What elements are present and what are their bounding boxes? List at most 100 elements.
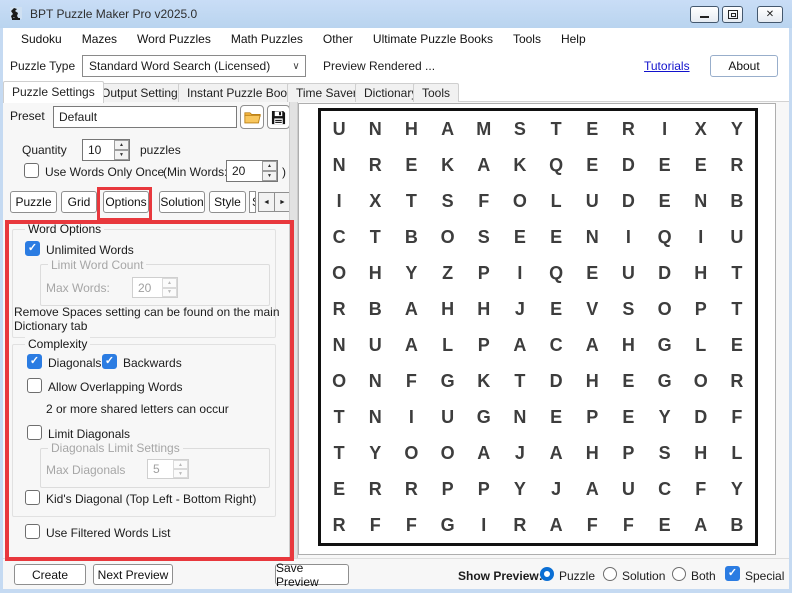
diagonals-checkbox[interactable]: ✓ [27, 354, 42, 369]
diagonals-limit-title: Diagonals Limit Settings [48, 441, 183, 455]
menu-mazes[interactable]: Mazes [72, 28, 127, 51]
show-preview-label: Show Preview: [458, 569, 543, 583]
tab-tools[interactable]: Tools [413, 83, 459, 103]
grid-letter: F [466, 183, 502, 219]
grid-letter: E [647, 183, 683, 219]
spin-up-icon: ▲ [173, 460, 188, 469]
allow-overlapping-label: Allow Overlapping Words [48, 380, 183, 394]
unlimited-words-checkbox[interactable]: ✓ [25, 241, 40, 256]
grid-letter: I [321, 183, 357, 219]
grid-letter: Y [357, 435, 393, 471]
open-preset-button[interactable] [240, 105, 264, 129]
preset-input[interactable]: Default [53, 106, 237, 128]
save-preset-button[interactable] [267, 105, 290, 129]
overlapping-note: 2 or more shared letters can occur [46, 402, 229, 416]
grid-letter: B [719, 507, 755, 543]
menu-help[interactable]: Help [551, 28, 596, 51]
grid-letter: D [610, 147, 646, 183]
special-checkbox[interactable]: ✓ [725, 566, 740, 581]
grid-letter: A [538, 507, 574, 543]
subtab-solution[interactable]: Solution [159, 191, 205, 213]
close-icon: ✕ [766, 9, 774, 20]
subtab-partial[interactable]: S [249, 191, 256, 213]
use-words-once-checkbox[interactable] [24, 163, 39, 178]
check-icon: ✓ [105, 356, 114, 367]
spin-down-icon[interactable]: ▼ [114, 150, 129, 160]
show-both-radio[interactable] [672, 567, 686, 581]
grid-letter: A [466, 435, 502, 471]
grid-letter: E [538, 399, 574, 435]
menu-word-puzzles[interactable]: Word Puzzles [127, 28, 221, 51]
grid-letter: L [430, 327, 466, 363]
grid-letter: K [430, 147, 466, 183]
maximize-button[interactable] [722, 6, 743, 23]
grid-letter: T [719, 255, 755, 291]
limit-diagonals-checkbox[interactable] [27, 425, 42, 440]
filtered-words-checkbox[interactable] [25, 524, 40, 539]
grid-letter: H [683, 255, 719, 291]
panel-splitter[interactable] [289, 102, 298, 558]
min-words-stepper[interactable]: 20 ▲ ▼ [226, 160, 278, 182]
grid-letter: R [502, 507, 538, 543]
grid-letter: R [719, 363, 755, 399]
spin-down-icon[interactable]: ▼ [262, 171, 277, 181]
allow-overlapping-checkbox[interactable] [27, 378, 42, 393]
kids-diagonal-checkbox[interactable] [25, 490, 40, 505]
save-preview-button[interactable]: Save Preview [275, 564, 349, 585]
menu-math-puzzles[interactable]: Math Puzzles [221, 28, 313, 51]
menu-tools[interactable]: Tools [503, 28, 551, 51]
title-bar: BPT Puzzle Maker Pro v2025.0 ✕ [0, 0, 792, 28]
create-button[interactable]: Create [14, 564, 86, 585]
menu-ultimate-puzzle-books[interactable]: Ultimate Puzzle Books [363, 28, 503, 51]
max-words-value: 20 [133, 278, 162, 297]
spin-down-icon: ▼ [173, 469, 188, 478]
puzzle-type-combobox[interactable]: Standard Word Search (Licensed) ∨ [82, 55, 306, 77]
subtab-style[interactable]: Style [209, 191, 246, 213]
grid-letter: A [430, 111, 466, 147]
menu-other[interactable]: Other [313, 28, 363, 51]
grid-letter: X [357, 183, 393, 219]
grid-letter: Q [538, 147, 574, 183]
close-button[interactable]: ✕ [757, 6, 783, 23]
grid-letter: B [719, 183, 755, 219]
min-words-label: (Min Words: [163, 165, 227, 179]
grid-letter: H [393, 111, 429, 147]
subtab-options[interactable]: Options [103, 191, 149, 213]
grid-letter: N [357, 363, 393, 399]
grid-letter: D [683, 399, 719, 435]
show-solution-radio[interactable] [603, 567, 617, 581]
grid-letter: R [321, 291, 357, 327]
scroll-right-icon: ► [279, 199, 286, 206]
grid-letter: H [610, 327, 646, 363]
grid-letter: N [357, 111, 393, 147]
spin-up-icon[interactable]: ▲ [262, 161, 277, 171]
grid-letter: O [683, 363, 719, 399]
subtab-puzzle[interactable]: Puzzle [10, 191, 57, 213]
check-icon: ✓ [728, 568, 737, 579]
quantity-label: Quantity [22, 143, 67, 157]
spin-up-icon[interactable]: ▲ [114, 140, 129, 150]
grid-letter: E [321, 471, 357, 507]
grid-letter: V [574, 291, 610, 327]
word-options-title: Word Options [25, 222, 104, 236]
grid-letter: P [574, 399, 610, 435]
grid-letter: T [321, 399, 357, 435]
show-puzzle-radio[interactable] [540, 567, 554, 581]
minimize-button[interactable] [690, 6, 719, 23]
tutorials-link[interactable]: Tutorials [644, 59, 690, 73]
grid-letter: H [466, 291, 502, 327]
grid-letter: E [719, 327, 755, 363]
tab-puzzle-settings[interactable]: Puzzle Settings [3, 81, 104, 103]
menu-sudoku[interactable]: Sudoku [11, 28, 72, 51]
grid-letter: F [610, 507, 646, 543]
backwards-checkbox[interactable]: ✓ [102, 354, 117, 369]
subtab-scroll-left-button[interactable]: ◄ [258, 192, 275, 212]
subtab-grid[interactable]: Grid [61, 191, 97, 213]
quantity-stepper[interactable]: 10 ▲ ▼ [82, 139, 130, 161]
grid-letter: P [466, 255, 502, 291]
chevron-down-icon: ∨ [287, 61, 305, 72]
grid-letter: H [683, 435, 719, 471]
about-button[interactable]: About [710, 55, 778, 77]
next-preview-button[interactable]: Next Preview [93, 564, 173, 585]
grid-letter: O [502, 183, 538, 219]
